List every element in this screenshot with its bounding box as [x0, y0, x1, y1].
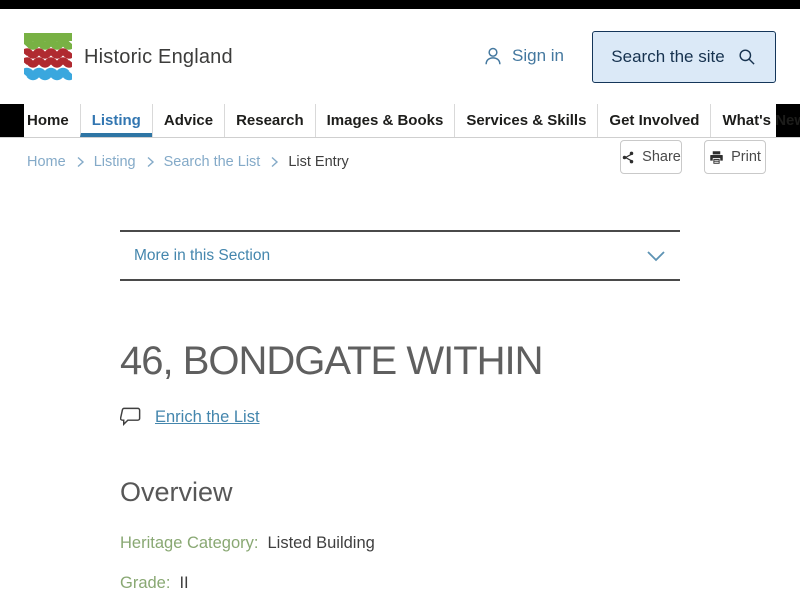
grade-label: Grade: — [120, 574, 171, 592]
page-title: 46, BONDGATE WITHIN — [120, 339, 544, 383]
nav-item-images-books[interactable]: Images & Books — [314, 104, 455, 137]
heritage-category-value: Listed Building — [267, 534, 375, 552]
speech-bubble-icon — [120, 407, 142, 427]
breadcrumb-bar: Home Listing Search the List List Entry … — [0, 138, 800, 190]
print-button[interactable]: Print — [704, 140, 766, 174]
share-icon — [621, 150, 635, 165]
enrich-row: Enrich the List — [120, 407, 680, 427]
enrich-the-list-link[interactable]: Enrich the List — [155, 408, 260, 427]
share-label: Share — [642, 149, 681, 165]
chevron-down-icon — [646, 249, 666, 263]
person-icon — [482, 45, 504, 67]
historic-england-flag-icon — [24, 33, 72, 81]
nav-item-whats-new[interactable]: What's New — [710, 104, 800, 137]
breadcrumb-current: List Entry — [288, 154, 349, 170]
overview-heading: Overview — [120, 477, 233, 507]
main-content: More in this Section 46, BONDGATE WITHIN… — [120, 230, 680, 593]
grade-value: II — [179, 574, 189, 592]
nav-item-services-skills[interactable]: Services & Skills — [454, 104, 597, 137]
breadcrumb-home[interactable]: Home — [27, 154, 66, 170]
top-black-bar — [0, 0, 800, 9]
nav-item-home[interactable]: Home — [24, 104, 80, 137]
sign-in-label: Sign in — [512, 46, 564, 65]
sign-in-link[interactable]: Sign in — [482, 45, 564, 67]
brand-name: Historic England — [84, 45, 233, 68]
site-logo[interactable]: Historic England — [24, 33, 233, 81]
grade-row: Grade: II — [120, 574, 680, 593]
search-site-button[interactable]: Search the site — [592, 31, 776, 83]
chevron-right-icon — [75, 156, 85, 168]
chevron-right-icon — [145, 156, 155, 168]
nav-item-research[interactable]: Research — [224, 104, 315, 137]
breadcrumb-listing[interactable]: Listing — [94, 154, 136, 170]
print-icon — [709, 150, 724, 165]
nav-item-get-involved[interactable]: Get Involved — [597, 104, 710, 137]
nav-item-listing[interactable]: Listing — [79, 104, 152, 137]
heritage-category-label: Heritage Category: — [120, 534, 259, 552]
primary-nav: Home Listing Advice Research Images & Bo… — [0, 104, 800, 137]
nav-item-advice[interactable]: Advice — [151, 104, 224, 137]
chevron-right-icon — [269, 156, 279, 168]
heritage-category-row: Heritage Category: Listed Building — [120, 534, 680, 553]
site-header: Historic England Sign in Search the site — [0, 9, 800, 104]
breadcrumb-search-the-list[interactable]: Search the List — [164, 154, 261, 170]
share-button[interactable]: Share — [620, 140, 682, 174]
search-icon — [737, 47, 757, 67]
search-site-label: Search the site — [611, 47, 725, 66]
more-in-section-dropdown[interactable]: More in this Section — [120, 230, 680, 281]
print-label: Print — [731, 149, 761, 165]
more-in-section-label: More in this Section — [134, 246, 271, 264]
breadcrumb: Home Listing Search the List List Entry — [27, 154, 349, 170]
